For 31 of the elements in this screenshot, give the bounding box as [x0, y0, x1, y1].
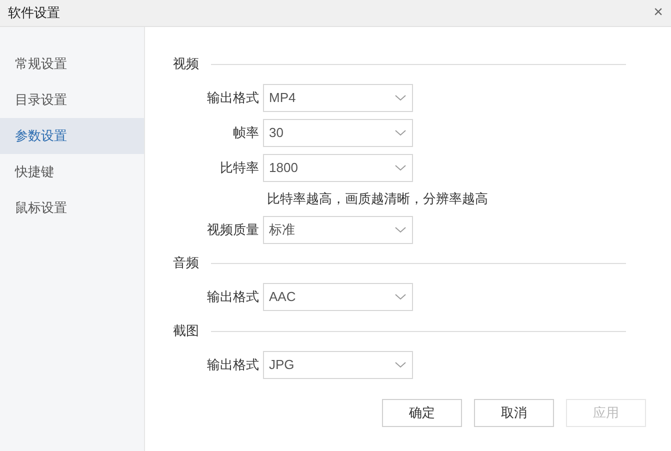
field-label: 比特率: [219, 159, 260, 178]
sidebar-item[interactable]: 参数设置: [0, 118, 144, 154]
section-heading: 音频: [173, 254, 199, 272]
close-button[interactable]: ×: [654, 5, 663, 21]
sidebar-item[interactable]: 快捷键: [0, 154, 144, 190]
chevron-down-icon: [395, 362, 406, 368]
sidebar-item[interactable]: 目录设置: [0, 82, 144, 118]
field-label: 输出格式: [206, 288, 260, 306]
chevron-down-icon: [395, 130, 406, 136]
field-label: 输出格式: [206, 356, 260, 374]
dialog-button[interactable]: 取消: [474, 399, 554, 427]
dialog-button[interactable]: 确定: [382, 399, 462, 427]
dropdown[interactable]: AAC: [263, 283, 413, 311]
field-label: 帧率: [232, 124, 260, 142]
chevron-down-icon: [395, 165, 406, 171]
field-label: 视频质量: [206, 221, 260, 240]
dropdown[interactable]: JPG: [263, 351, 413, 379]
hint-text: 比特率越高，画质越清晰，分辨率越高: [267, 190, 488, 208]
chevron-down-icon: [395, 227, 406, 233]
sidebar-item[interactable]: 鼠标设置: [0, 190, 144, 226]
field-label: 输出格式: [206, 89, 260, 108]
dropdown[interactable]: 30: [263, 119, 413, 147]
chevron-down-icon: [395, 294, 406, 300]
chevron-down-icon: [395, 95, 406, 101]
dropdown[interactable]: 1800: [263, 154, 413, 182]
sidebar-item[interactable]: 常规设置: [0, 46, 144, 82]
dropdown[interactable]: MP4: [263, 84, 413, 112]
section-heading: 截图: [173, 322, 199, 340]
section-heading: 视频: [173, 55, 199, 74]
dropdown[interactable]: 标准: [263, 216, 413, 244]
window-title: 软件设置: [8, 4, 60, 22]
